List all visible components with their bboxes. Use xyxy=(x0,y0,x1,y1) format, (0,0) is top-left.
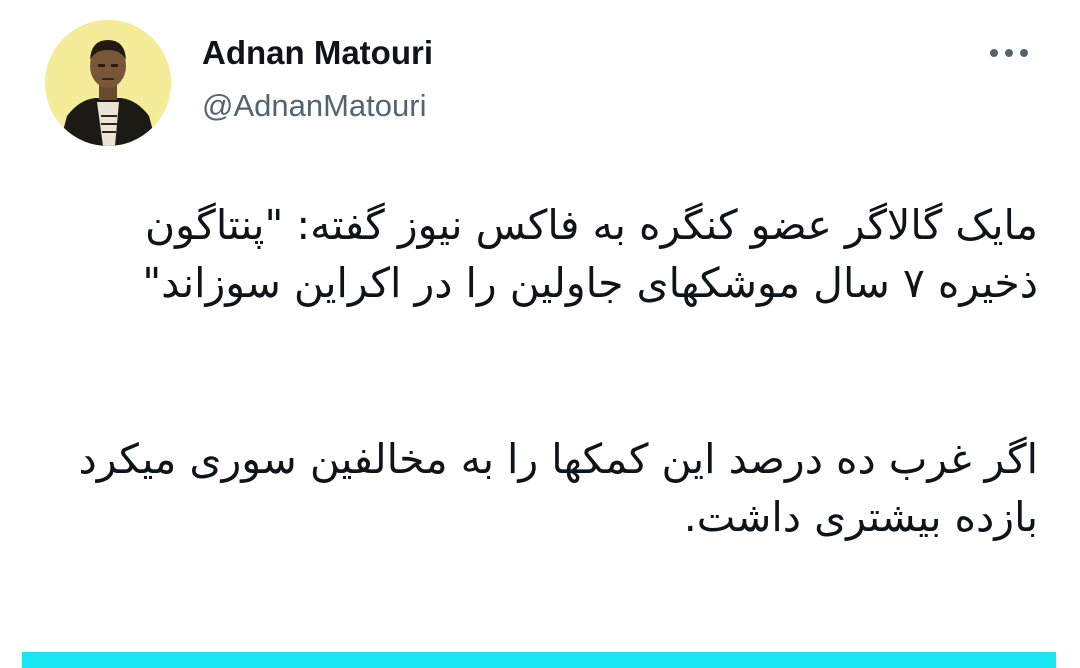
tweet-text: مایک گالاگر عضو کنگره به فاکس نیوز گفته:… xyxy=(38,196,1038,546)
author-handle[interactable]: @AdnanMatouri xyxy=(202,86,426,126)
tweet-paragraph-1: مایک گالاگر عضو کنگره به فاکس نیوز گفته:… xyxy=(142,201,1038,307)
more-options-button[interactable] xyxy=(984,36,1034,70)
avatar[interactable] xyxy=(45,20,171,146)
profile-photo-icon xyxy=(45,20,171,146)
accent-bar xyxy=(22,652,1056,668)
tweet-card: Adnan Matouri @AdnanMatouri مایک گالاگر … xyxy=(0,0,1080,668)
tweet-paragraph-2: اگر غرب ده درصد این کمکها را به مخالفین … xyxy=(78,435,1038,541)
more-horizontal-icon xyxy=(990,49,1028,57)
author-name[interactable]: Adnan Matouri xyxy=(202,33,433,73)
